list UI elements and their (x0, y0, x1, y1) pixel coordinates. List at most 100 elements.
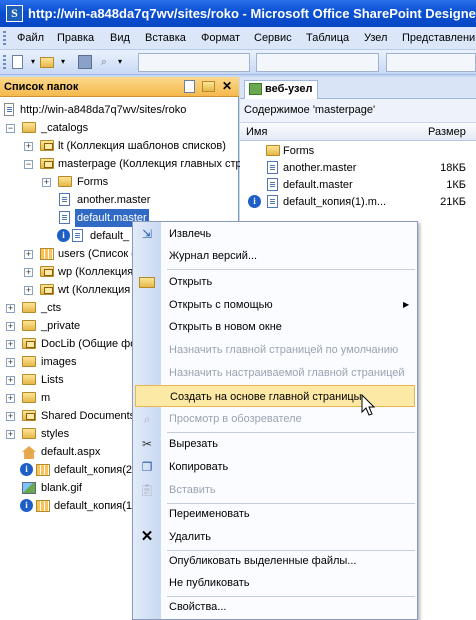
tree-label: blank.gif (41, 482, 82, 494)
collapse-icon[interactable]: − (6, 124, 15, 133)
new-dropdown-chevron-icon[interactable]: ▾ (26, 55, 40, 69)
tree-item-catalogs[interactable]: − _catalogs (0, 119, 239, 137)
master-page-icon (267, 195, 278, 208)
website-icon (249, 83, 262, 95)
new-page-icon[interactable] (184, 80, 195, 93)
folder-icon (22, 302, 36, 313)
menu-tools[interactable]: Сервис (254, 32, 292, 44)
open-folder-icon[interactable] (40, 57, 54, 68)
tree-item-masterpage[interactable]: − masterpage (Коллекция главных стр (0, 155, 242, 173)
catalog-folder-icon (40, 158, 54, 169)
page-icon (36, 500, 50, 512)
menu-item-set-custom-master[interactable]: Назначить настраиваемой главной странице… (133, 362, 419, 384)
list-item[interactable]: Forms (240, 143, 476, 159)
menu-item-rename[interactable]: Переименовать (133, 503, 419, 525)
menu-item-copy[interactable]: ❐ Копировать (133, 456, 419, 478)
collapse-icon[interactable]: − (24, 160, 33, 169)
size-combo[interactable] (386, 53, 476, 72)
list-icon (40, 248, 54, 260)
list-item[interactable]: default.master 1КБ (240, 177, 476, 193)
menu-site[interactable]: Узел (364, 32, 387, 44)
menu-window[interactable]: Представлени (402, 32, 475, 44)
mouse-cursor-icon (361, 394, 376, 416)
expand-icon[interactable]: + (42, 178, 51, 187)
column-name[interactable]: Имя (246, 124, 267, 140)
list-item[interactable]: another.master 18КБ (240, 160, 476, 176)
tree-label: default_копия(2 (54, 464, 133, 476)
menu-item-properties[interactable]: Свойства... (133, 596, 419, 618)
expand-icon[interactable]: + (24, 142, 33, 151)
column-header: Имя Размер (240, 123, 476, 141)
master-page-icon (59, 193, 70, 206)
tree-item-lt[interactable]: + lt (Коллекция шаблонов списков) (0, 137, 239, 155)
new-page-icon[interactable] (12, 55, 23, 69)
expand-icon[interactable]: + (24, 268, 33, 277)
list-item[interactable]: i default_копия(1).m... 21КБ (240, 194, 476, 210)
folder-list-header: Список папок ✕ (0, 77, 239, 97)
preview-dropdown-chevron-icon[interactable]: ▾ (113, 55, 127, 69)
expand-icon[interactable]: + (6, 394, 15, 403)
menu-item-open-new-window[interactable]: Открыть в новом окне (133, 316, 419, 338)
menu-file[interactable]: Файл (17, 32, 44, 44)
expand-icon[interactable]: + (24, 250, 33, 259)
close-icon[interactable]: ✕ (222, 79, 232, 93)
menu-item-checkout[interactable]: ⇲ Извлечь (133, 223, 419, 245)
content-subtitle: Содержимое 'masterpage' (240, 99, 476, 123)
tree-label: users (Список с (58, 248, 137, 260)
catalog-folder-icon (40, 284, 54, 295)
menu-item-cut[interactable]: ✂ Вырезать (133, 433, 419, 455)
menu-view[interactable]: Вид (110, 32, 130, 44)
menu-item-paste[interactable]: 📋︎ Вставить (133, 479, 419, 501)
save-icon[interactable] (78, 55, 92, 69)
info-icon: i (20, 463, 33, 476)
catalog-folder-icon (40, 266, 54, 277)
menu-table[interactable]: Таблица (306, 32, 349, 44)
catalog-folder-icon (40, 140, 54, 151)
info-icon: i (20, 499, 33, 512)
expand-icon[interactable]: + (24, 286, 33, 295)
menu-item-open[interactable]: Открыть (133, 271, 419, 293)
tree-item-another-master[interactable]: another.master (0, 191, 239, 209)
library-folder-icon (22, 338, 36, 349)
expand-icon[interactable]: + (6, 376, 15, 385)
menu-item-open-with[interactable]: Открыть с помощью ▶ (133, 294, 419, 316)
new-folder-icon[interactable] (202, 81, 215, 92)
menu-item-version-history[interactable]: Журнал версий... (133, 245, 419, 267)
site-icon (4, 103, 14, 116)
menu-insert[interactable]: Вставка (145, 32, 186, 44)
tree-root[interactable]: http://win-a848da7q7wv/sites/roko (0, 101, 239, 119)
scissors-icon: ✂ (141, 437, 153, 451)
tree-label: _private (41, 320, 81, 332)
context-menu: ⇲ Извлечь Журнал версий... Открыть Откры… (132, 221, 418, 620)
library-folder-icon (22, 410, 36, 421)
expand-icon[interactable]: + (6, 430, 15, 439)
open-dropdown-chevron-icon[interactable]: ▾ (56, 55, 70, 69)
tab-website[interactable]: веб-узел (244, 80, 318, 99)
menu-item-delete[interactable]: ✕ Удалить (133, 526, 419, 548)
tree-label: Forms (77, 176, 109, 188)
tree-label: wp (Коллекция (58, 266, 134, 278)
tree-item-forms[interactable]: + Forms (0, 173, 239, 191)
preview-icon[interactable]: ⌕ (97, 55, 111, 69)
tree-label: images (41, 356, 77, 368)
font-combo[interactable] (256, 53, 379, 72)
expand-icon[interactable]: + (6, 340, 15, 349)
tree-label: Shared Documents (41, 410, 136, 422)
menu-item-dont-publish[interactable]: Не публиковать (133, 572, 419, 594)
tree-label: DocLib (Общие фот (41, 338, 142, 350)
menu-item-publish-selected[interactable]: Опубликовать выделенные файлы... (133, 550, 419, 572)
menu-item-set-default-master[interactable]: Назначить главной страницей по умолчанию (133, 339, 419, 361)
expand-icon[interactable]: + (6, 304, 15, 313)
image-icon (22, 482, 36, 494)
menu-format[interactable]: Формат (201, 32, 240, 44)
window-title: http://win-a848da7q7wv/sites/roko - Micr… (28, 6, 476, 21)
expand-icon[interactable]: + (6, 358, 15, 367)
column-size[interactable]: Размер (428, 124, 466, 140)
expand-icon[interactable]: + (6, 322, 15, 331)
style-combo[interactable] (138, 53, 250, 72)
expand-icon[interactable]: + (6, 412, 15, 421)
master-page-icon (267, 161, 278, 174)
menu-edit[interactable]: Правка (57, 32, 94, 44)
file-size: 1КБ (446, 179, 466, 191)
tree-label: http://win-a848da7q7wv/sites/roko (20, 104, 187, 116)
